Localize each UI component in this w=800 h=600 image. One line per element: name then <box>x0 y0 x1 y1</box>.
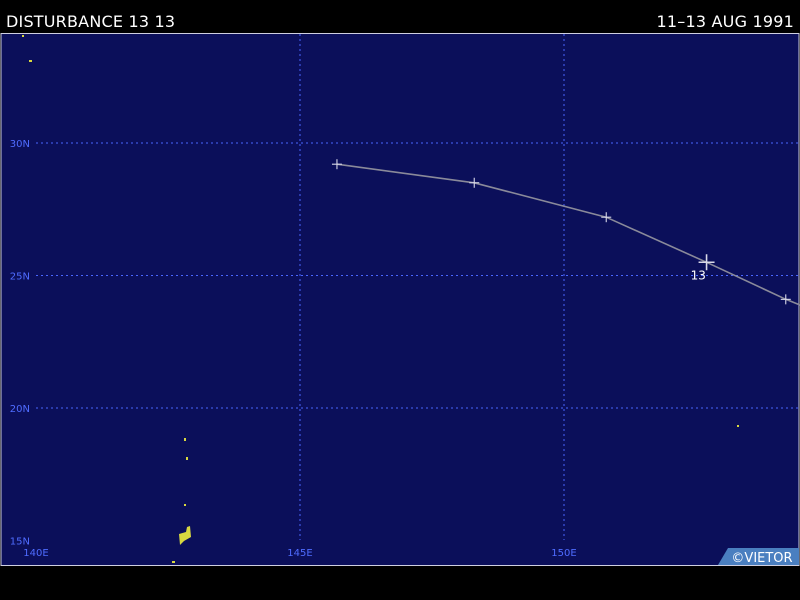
storm-title: DISTURBANCE 13 13 <box>6 12 176 31</box>
island-mark <box>22 35 24 37</box>
island-mark <box>186 457 188 460</box>
latitude-label: 30N <box>10 139 30 150</box>
footer-bar <box>0 566 800 600</box>
header-bar: DISTURBANCE 13 13 11–13 AUG 1991 <box>0 0 800 33</box>
island-mark <box>184 504 186 506</box>
map-background <box>0 33 800 566</box>
copyright-text: ©VIETOR <box>731 551 792 566</box>
date-range: 11–13 AUG 1991 <box>656 12 794 31</box>
latitude-label: 15N <box>10 537 30 548</box>
latitude-label: 20N <box>10 404 30 415</box>
island-mark <box>184 438 186 441</box>
island-mark <box>737 425 739 427</box>
copyright-badge: ©VIETOR <box>718 548 799 566</box>
longitude-label: 150E <box>551 548 576 559</box>
day-label: 13 <box>691 268 706 282</box>
track-map[interactable]: 140E145E150E155E160E165E30N25N20N15N 131… <box>0 33 800 566</box>
latitude-label: 25N <box>10 272 30 283</box>
island-mark <box>29 60 32 62</box>
longitude-label: 140E <box>23 548 48 559</box>
longitude-label: 145E <box>287 548 312 559</box>
island-mark <box>172 561 175 563</box>
